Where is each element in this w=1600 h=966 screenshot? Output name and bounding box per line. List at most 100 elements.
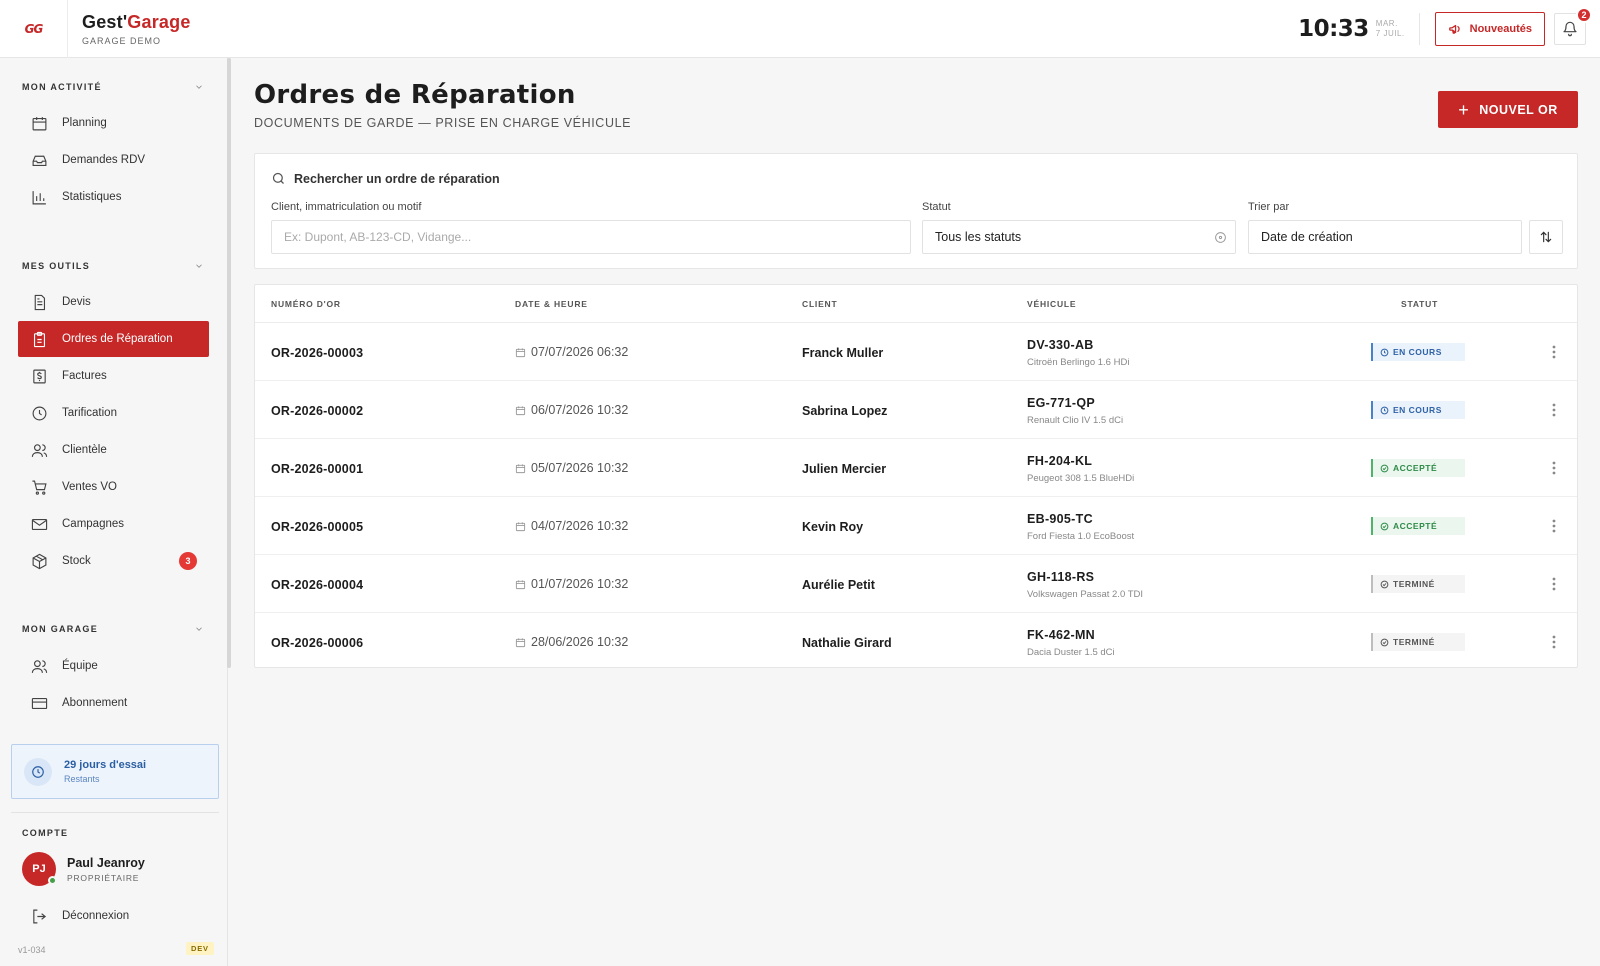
row-actions-button[interactable] (1545, 401, 1563, 419)
sidebar-scrollbar[interactable] (227, 58, 231, 668)
or-number[interactable]: OR-2026-00006 (271, 636, 363, 650)
sidebar-item-tarification[interactable]: Tarification (18, 395, 209, 431)
row-actions-button[interactable] (1545, 575, 1563, 593)
client-name: Aurélie Petit (802, 578, 875, 592)
table-row[interactable]: OR-2026-00001 05/07/2026 10:32 Julien Merc… (255, 439, 1577, 497)
query-label: Client, immatriculation ou motif (271, 201, 422, 213)
sidebar-item-ordres-de-reparation[interactable]: Ordres de Réparation (18, 321, 209, 357)
table-row[interactable]: OR-2026-00003 07/07/2026 06:32 Franck Mull… (255, 323, 1577, 381)
table-row[interactable]: OR-2026-00006 28/06/2026 10:32 Nathalie Gi… (255, 613, 1577, 671)
sidebar-item-label: Statistiques (62, 191, 122, 203)
status-badge-text: ACCEPTÉ (1393, 521, 1438, 531)
status-check-icon (1380, 522, 1389, 530)
or-number[interactable]: OR-2026-00001 (271, 462, 363, 476)
sidebar-item-statistiques[interactable]: Statistiques (18, 179, 209, 215)
status-badge-text: ACCEPTÉ (1393, 463, 1438, 473)
or-number[interactable]: OR-2026-00002 (271, 404, 363, 418)
status-badge-text: EN COURS (1393, 347, 1442, 357)
calendar-icon (515, 463, 526, 473)
more-vertical-icon (1552, 519, 1556, 533)
section-activity[interactable]: MON ACTIVITÉ (22, 82, 204, 92)
or-datetime: 06/07/2026 10:32 (515, 403, 628, 417)
status-label: Statut (922, 201, 951, 213)
sidebar-item-ventes-vo[interactable]: Ventes VO (18, 469, 209, 505)
status-clock-icon (1380, 406, 1389, 414)
sidebar-item-planning[interactable]: Planning (18, 105, 209, 141)
table-row[interactable]: OR-2026-00005 04/07/2026 10:32 Kevin Roy EB… (255, 497, 1577, 555)
sidebar-item-devis[interactable]: Devis (18, 284, 209, 320)
client-name: Kevin Roy (802, 520, 864, 534)
chevron-down-icon (196, 85, 202, 89)
column-header[interactable]: DATE & HEURE (515, 299, 588, 309)
sort-select[interactable]: Date de création (1248, 220, 1522, 254)
stock-alert-badge: 3 (179, 552, 197, 570)
search-heading-text: Rechercher un ordre de réparation (294, 171, 500, 186)
sidebar-item-label: Demandes RDV (62, 154, 146, 166)
search-icon (272, 172, 284, 184)
row-actions-button[interactable] (1545, 517, 1563, 535)
account-name: Paul Jeanroy (67, 855, 145, 870)
column-header[interactable]: NUMÉRO D'OR (271, 299, 341, 309)
sidebar-item-factures[interactable]: Factures (18, 358, 209, 394)
vehicle-model: Volkswagen Passat 2.0 TDI (1027, 589, 1143, 600)
section-tools[interactable]: MES OUTILS (22, 261, 204, 271)
sort-label: Trier par (1248, 201, 1290, 213)
vehicle-model: Dacia Duster 1.5 dCi (1027, 647, 1115, 658)
section-garage-title: MON GARAGE (22, 624, 98, 634)
search-heading: Rechercher un ordre de réparation (271, 171, 500, 186)
news-button[interactable]: Nouveautés (1434, 12, 1545, 46)
notifications-button[interactable]: 2 (1554, 7, 1592, 45)
account-profile[interactable]: PJ Paul Jeanroy PROPRIÉTAIRE (22, 852, 145, 886)
vehicle-model: Citroën Berlingo 1.6 HDi (1027, 357, 1130, 368)
row-actions-button[interactable] (1545, 633, 1563, 651)
logo[interactable]: GG (0, 0, 68, 58)
sidebar-item-equipe[interactable]: Équipe (18, 648, 209, 684)
status-select[interactable]: Tous les statuts (922, 220, 1236, 254)
sidebar-item-label: Stock (62, 555, 91, 567)
calendar-icon (515, 521, 526, 531)
vehicle-model: Peugeot 308 1.5 BlueHDi (1027, 473, 1135, 484)
page-title: Ordres de Réparation (254, 80, 576, 110)
row-actions-button[interactable] (1545, 343, 1563, 361)
trial-days: 29 jours d'essai (64, 759, 147, 771)
bar-chart-icon (30, 188, 48, 206)
new-or-button[interactable]: + NOUVEL OR (1438, 91, 1578, 128)
vehicle-plate: FK-462-MN (1027, 628, 1095, 642)
brand: Gest'Garage GARAGE DEMO (82, 12, 191, 46)
section-account: COMPTE (22, 828, 204, 838)
sidebar-item-stock[interactable]: Stock 3 (18, 543, 209, 579)
logout-button[interactable]: Déconnexion (18, 898, 209, 934)
status-badge: TERMINÉ (1371, 575, 1465, 593)
section-garage[interactable]: MON GARAGE (22, 624, 204, 634)
calendar-icon (515, 579, 526, 589)
calendar-icon (515, 405, 526, 415)
sidebar-item-label: Tarification (62, 407, 117, 419)
divider (11, 812, 219, 813)
table-row[interactable]: OR-2026-00004 01/07/2026 10:32 Aurélie Pet… (255, 555, 1577, 613)
cart-icon (30, 478, 48, 496)
sidebar-item-abonnement[interactable]: Abonnement (18, 685, 209, 721)
document-icon (30, 293, 48, 311)
search-input[interactable]: Ex: Dupont, AB-123-CD, Vidange... (271, 220, 911, 254)
trial-banner[interactable]: 29 jours d'essai Restants (11, 744, 219, 799)
sort-direction-button[interactable] (1529, 220, 1563, 254)
status-badge: EN COURS (1371, 401, 1465, 419)
column-header[interactable]: VÉHICULE (1027, 299, 1076, 309)
or-number[interactable]: OR-2026-00003 (271, 346, 363, 360)
sidebar-item-demandes-rdv[interactable]: Demandes RDV (18, 142, 209, 178)
avatar-initials: PJ (32, 863, 46, 875)
or-number[interactable]: OR-2026-00004 (271, 578, 363, 592)
sidebar-item-label: Équipe (62, 660, 98, 672)
table-row[interactable]: OR-2026-00002 06/07/2026 10:32 Sabrina Lop… (255, 381, 1577, 439)
row-actions-button[interactable] (1545, 459, 1563, 477)
sidebar-item-clientele[interactable]: Clientèle (18, 432, 209, 468)
sidebar-item-label: Factures (62, 370, 107, 382)
or-number[interactable]: OR-2026-00005 (271, 520, 363, 534)
column-header[interactable]: CLIENT (802, 299, 838, 309)
sidebar-item-label: Abonnement (62, 697, 128, 709)
sidebar-item-campagnes[interactable]: Campagnes (18, 506, 209, 542)
sidebar-item-label: Clientèle (62, 444, 107, 456)
clock-day: MAR. (1375, 19, 1398, 28)
logo-text: GG (24, 21, 44, 36)
column-header[interactable]: STATUT (1401, 299, 1438, 309)
